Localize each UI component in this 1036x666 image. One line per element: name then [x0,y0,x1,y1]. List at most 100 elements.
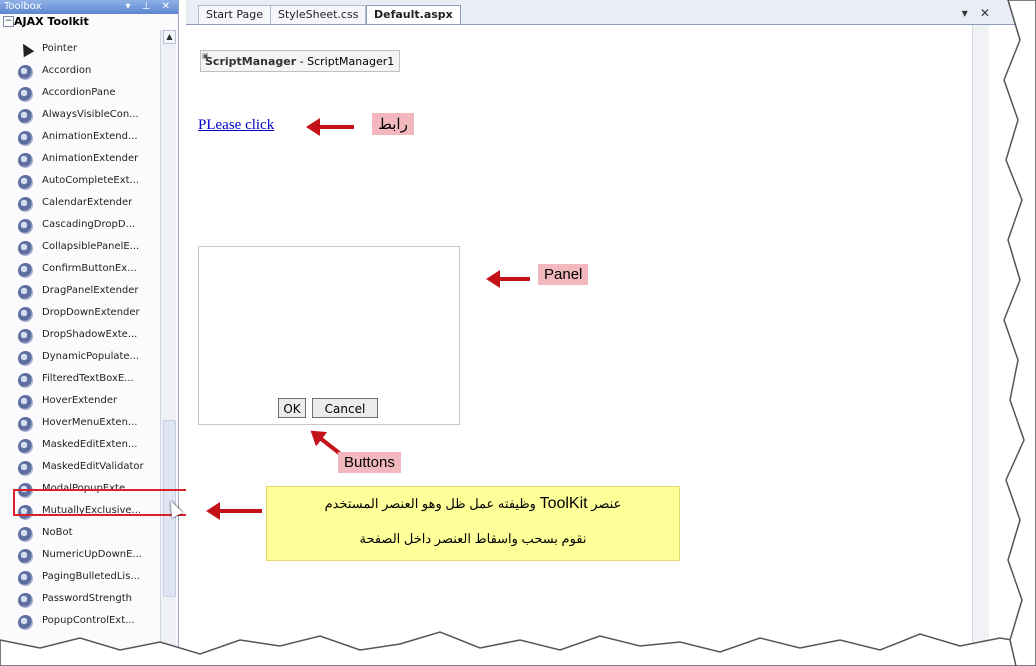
tab-default-aspx[interactable]: Default.aspx [366,5,461,24]
gear-icon [18,65,33,80]
toolbox-item[interactable]: AnimationExtend... [0,128,160,150]
toolbox-item[interactable]: PasswordStrength [0,590,160,612]
toolbox-item[interactable]: DynamicPopulate... [0,348,160,370]
toolbox-item[interactable]: NumericUpDownE... [0,546,160,568]
link-callout: رابط [372,113,414,135]
toolbox-item[interactable]: ConfirmButtonEx... [0,260,160,282]
toolbox-item[interactable]: HoverMenuExten... [0,414,160,436]
document-tab-strip: Start Page StyleSheet.css Default.aspx ▾… [186,0,1020,25]
toolbox-item-label: AnimationExtender [42,153,139,164]
toolbox-item[interactable]: Accordion [0,62,160,84]
gear-icon [18,307,33,322]
toolbox-item[interactable]: MaskedEditValidator [0,458,160,480]
editor-scrollbar[interactable] [972,25,989,658]
toolbox-title-bar: Toolbox ▾ ⊥ ✕ [0,0,178,14]
gear-icon [18,87,33,102]
toolbox-item[interactable]: FilteredTextBoxE... [0,370,160,392]
toolbox-item-label: FilteredTextBoxE... [42,373,134,384]
gear-icon [18,527,33,542]
script-manager-id: ScriptManager1 [307,55,395,68]
toolbox-item-label: Accordion [42,65,92,76]
explanation-note: عنصر ToolKit وظيفته عمل ظل وهو العنصر ال… [266,486,680,561]
toolbox-title: Toolbox [4,1,42,12]
note-toolkit-word: ToolKit [539,495,588,512]
gear-icon [18,329,33,344]
toolbox-item-label: CollapsiblePanelE... [42,241,140,252]
scroll-up-icon[interactable]: ▲ [163,30,176,44]
toolbox-item[interactable]: AccordionPane [0,84,160,106]
script-manager-type: ScriptManager [205,55,297,68]
panel-callout: Panel [538,264,589,285]
collapse-group-icon[interactable]: − [3,16,14,27]
note-line-1-start: عنصر [591,496,622,511]
tab-start-page[interactable]: Start Page [198,5,271,24]
script-manager-separator: - [299,55,308,68]
gear-icon [18,395,33,410]
hyperlink-control[interactable]: PLease click [198,117,274,134]
gear-icon [18,461,33,476]
toolbox-item[interactable]: MaskedEditExten... [0,436,160,458]
gear-icon [18,285,33,300]
toolbox-item[interactable]: DropShadowExte... [0,326,160,348]
toolbox-group-header[interactable]: AJAX Toolkit [14,14,89,30]
toolbox-item-label: AccordionPane [42,87,116,98]
toolbox-item[interactable]: AnimationExtender [0,150,160,172]
note-line-1: عنصر ToolKit وظيفته عمل ظل وهو العنصر ال… [273,495,673,513]
note-line-2: نقوم بسحب واسقاط العنصر داخل الصفحة [359,531,587,546]
toolbox-item-label: AutoCompleteExt... [42,175,140,186]
gear-icon [18,439,33,454]
torn-edge-right [1003,0,1036,666]
toolbox-item-label: CascadingDropD... [42,219,136,230]
gear-icon [18,571,33,586]
toolbox-item-label: DropDownExtender [42,307,140,318]
toolbox-item-label: NoBot [42,527,73,538]
arrow-to-panel-icon [486,270,530,288]
gear-icon [18,197,33,212]
toolbox-scrollbar[interactable]: ▲ [160,30,176,650]
screenshot-frame: Toolbox ▾ ⊥ ✕ − AJAX Toolkit Pointer Acc… [0,0,1020,658]
arrow-to-toolbox-item-icon [206,502,262,520]
note-line-1-end: وظيفته عمل ظل وهو العنصر المستخدم [324,496,536,511]
toolbox-item[interactable]: CascadingDropD... [0,216,160,238]
toolbox-panel: Toolbox ▾ ⊥ ✕ − AJAX Toolkit Pointer Acc… [0,0,179,658]
gear-icon [18,263,33,278]
gear-icon [18,351,33,366]
script-manager-control[interactable]: ▣ ScriptManager - ScriptManager1 [200,50,400,72]
toolbox-item[interactable]: AlwaysVisibleCon... [0,106,160,128]
cancel-button[interactable]: Cancel [312,398,378,418]
toolbox-item[interactable]: NoBot [0,524,160,546]
toolbox-item[interactable]: HoverExtender [0,392,160,414]
toolbox-item-label: DropShadowExte... [42,329,138,340]
gear-icon [18,175,33,190]
toolbox-item-label: AnimationExtend... [42,131,138,142]
toolbox-item-label: NumericUpDownE... [42,549,142,560]
toolbox-item[interactable]: Pointer [0,40,160,62]
toolbox-item-label: AlwaysVisibleCon... [42,109,139,120]
toolbox-item-label: MaskedEditValidator [42,461,144,472]
gear-icon [18,593,33,608]
gear-icon [18,241,33,256]
toolbox-item[interactable]: AutoCompleteExt... [0,172,160,194]
toolbox-item[interactable]: DropDownExtender [0,304,160,326]
gear-icon [18,109,33,124]
pointer-icon [17,40,35,58]
toolbox-item[interactable]: CollapsiblePanelE... [0,238,160,260]
gear-icon [18,549,33,564]
toolbox-item[interactable]: PagingBulletedLis... [0,568,160,590]
torn-edge-bottom [0,631,1036,666]
toolbox-window-controls[interactable]: ▾ ⊥ ✕ [126,0,174,14]
gear-icon [18,153,33,168]
toolbox-item[interactable]: DragPanelExtender [0,282,160,304]
toolbox-item-label: DragPanelExtender [42,285,139,296]
gear-icon [18,417,33,432]
ok-button[interactable]: OK [278,398,306,418]
toolbox-item-label: PagingBulletedLis... [42,571,140,582]
tab-stylesheet[interactable]: StyleSheet.css [270,5,367,24]
toolbox-item-label: HoverMenuExten... [42,417,138,428]
control-glyph-icon: ▣ [202,52,209,60]
gear-icon [18,373,33,388]
toolbox-item-label: CalendarExtender [42,197,133,208]
toolbox-item-label: Pointer [42,43,78,54]
gear-icon [18,131,33,146]
toolbox-item[interactable]: CalendarExtender [0,194,160,216]
